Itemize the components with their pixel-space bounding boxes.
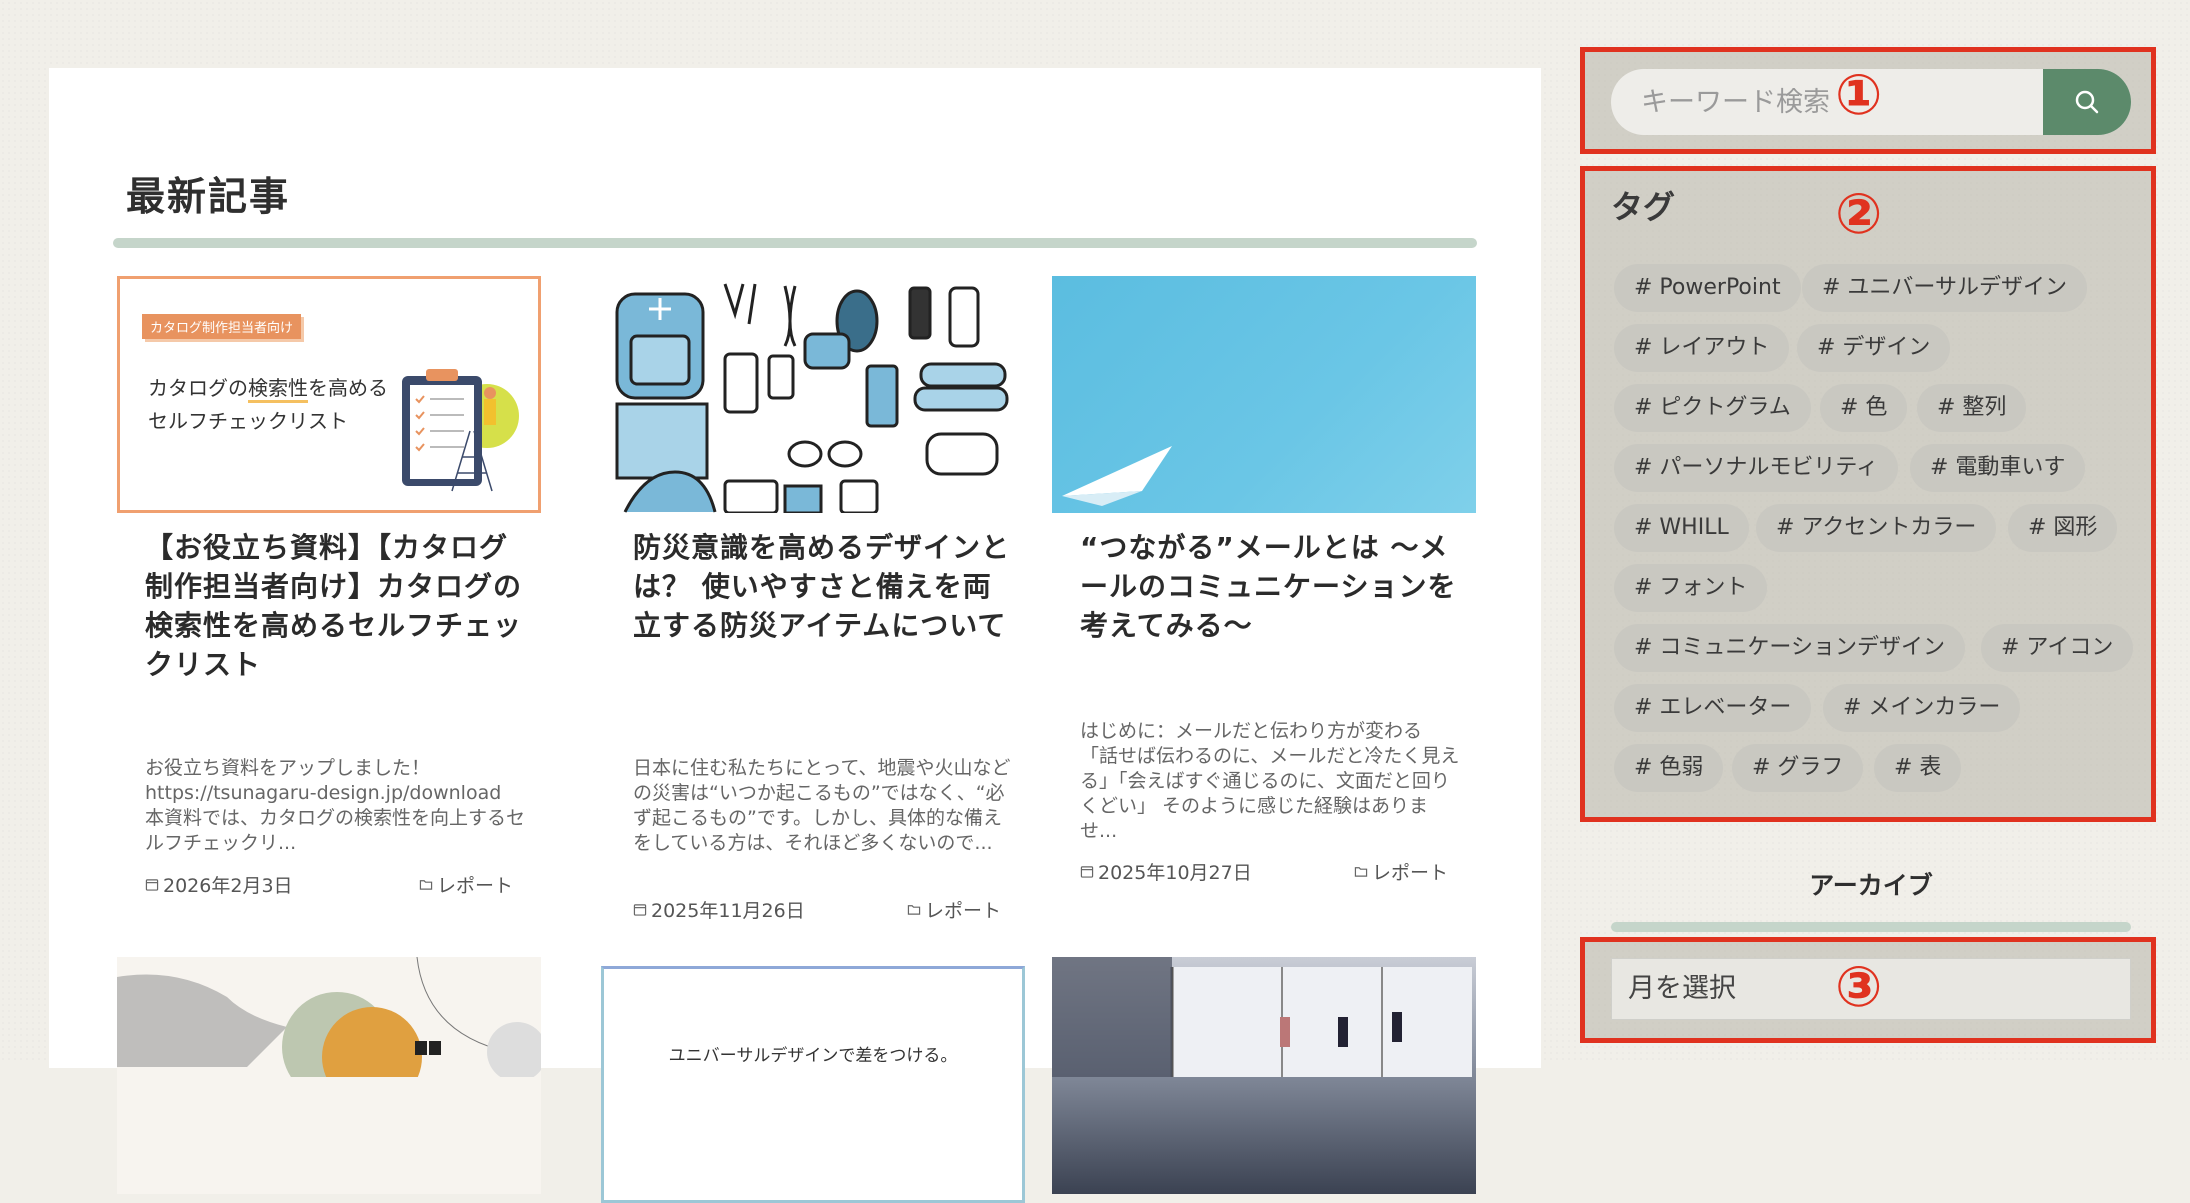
article-meta: 2026年2月3日 レポート (145, 871, 513, 898)
article-thumbnail[interactable] (117, 957, 541, 1194)
article-title[interactable]: “つながる”メールとは 〜メールのコミュニケーションを考えてみる〜 (1080, 528, 1460, 645)
article-excerpt: お役立ち資料をアップしました！ https://tsunagaru-design… (145, 757, 526, 854)
tag-item[interactable]: # コミュニケーションデザイン (1614, 624, 1965, 672)
calendar-icon (633, 904, 647, 916)
tag-item[interactable]: # 色弱 (1614, 744, 1724, 792)
calendar-icon (145, 879, 159, 891)
search-button[interactable] (2043, 69, 2131, 135)
paper-plane-icon (1062, 446, 1172, 506)
thumb-headline: ユニバーサルデザインで差をつける。 (668, 1046, 958, 1066)
article-category[interactable]: レポート (925, 896, 1001, 923)
tag-item[interactable]: # エレベーター (1614, 684, 1812, 732)
tag-item[interactable]: # PowerPoint (1614, 264, 1801, 312)
article-category[interactable]: レポート (437, 871, 513, 898)
article-excerpt: はじめに：メールだと伝わり方が変わる 「話せば伝わるのに、メールだと冷たく見える… (1080, 720, 1460, 842)
checklist-illustration (402, 369, 519, 492)
article-date: 2026年2月3日 (163, 875, 293, 897)
tag-item[interactable]: # ピクトグラム (1614, 384, 1811, 432)
article-thumbnail[interactable] (605, 276, 1029, 513)
tag-item[interactable]: # WHILL (1614, 504, 1749, 552)
tag-item[interactable]: # デザイン (1797, 324, 1951, 372)
article-excerpt: 日本に住む私たちにとって、地震や火山などの災害は“いつか起こるもの”ではなく、“… (633, 757, 1011, 854)
tag-item[interactable]: # パーソナルモビリティ (1614, 444, 1899, 492)
search-icon (2075, 90, 2099, 114)
article-thumbnail[interactable] (1052, 276, 1476, 513)
tag-item[interactable]: # 電動車いす (1910, 444, 2086, 492)
article-thumbnail[interactable] (1052, 957, 1476, 1194)
tag-item[interactable]: # グラフ (1732, 744, 1864, 792)
annotation-number-2: ② (1835, 182, 1883, 247)
folder-icon (1354, 867, 1368, 877)
article-meta: 2025年10月27日 レポート (1080, 858, 1448, 885)
building-interior-image (1052, 957, 1472, 1077)
article-meta: 2025年11月26日 レポート (633, 896, 1001, 923)
tag-item[interactable]: # 図形 (2008, 504, 2118, 552)
article-category[interactable]: レポート (1372, 858, 1448, 885)
article-card[interactable]: カタログ制作担当者向け カタログの検索性を高める セルフチェックリスト 【お役立… (117, 276, 541, 897)
tag-item[interactable]: # メインカラー (1823, 684, 2021, 732)
archive-title: アーカイブ (1809, 871, 1933, 900)
tag-item[interactable]: # 表 (1874, 744, 1962, 792)
tag-item[interactable]: # フォント (1614, 564, 1768, 612)
article-card[interactable]: 防災意識を高めるデザインとは？ 使いやすさと備えを両立する防災アイテムについて … (605, 276, 1029, 922)
calendar-icon (1080, 866, 1094, 878)
tag-item[interactable]: # ユニバーサルデザイン (1802, 264, 2087, 312)
section-divider (113, 238, 1477, 248)
article-thumbnail[interactable]: ユニバーサルデザインで差をつける。 (601, 966, 1025, 1203)
annotation-number-3: ③ (1835, 955, 1883, 1020)
tag-item[interactable]: # アクセントカラー (1756, 504, 1997, 552)
tags-title: タグ (1611, 188, 1676, 226)
tag-item[interactable]: # 色 (1820, 384, 1908, 432)
tag-item[interactable]: # 整列 (1917, 384, 2027, 432)
archive-divider (1611, 922, 2131, 932)
section-title: 最新記事 (126, 175, 291, 220)
search-input[interactable] (1611, 69, 2041, 135)
thumb-tag-label: カタログ制作担当者向け (142, 314, 302, 339)
folder-icon (907, 905, 921, 915)
tag-item[interactable]: # アイコン (1981, 624, 2134, 672)
article-title[interactable]: 防災意識を高めるデザインとは？ 使いやすさと備えを両立する防災アイテムについて (633, 528, 1013, 645)
article-thumbnail[interactable]: カタログ制作担当者向け カタログの検索性を高める セルフチェックリスト (117, 276, 541, 513)
article-date: 2025年11月26日 (651, 900, 805, 922)
thumb-headline: カタログの検索性を高める セルフチェックリスト (148, 376, 388, 433)
disaster-items-illustration (615, 283, 1009, 513)
article-date: 2025年10月27日 (1098, 862, 1252, 884)
article-card[interactable]: “つながる”メールとは 〜メールのコミュニケーションを考えてみる〜 はじめに：メ… (1052, 276, 1476, 884)
tag-item[interactable]: # レイアウト (1614, 324, 1790, 372)
main-content: 最新記事 カタログ制作担当者向け カタログの検索性を高める セルフチェックリスト (49, 68, 1541, 1203)
folder-icon (419, 880, 433, 890)
article-title[interactable]: 【お役立ち資料】【カタログ制作担当者向け】カタログの検索性を高めるセルフチェック… (145, 528, 525, 684)
annotation-number-1: ① (1835, 63, 1883, 128)
hands-illustration (117, 957, 541, 1107)
